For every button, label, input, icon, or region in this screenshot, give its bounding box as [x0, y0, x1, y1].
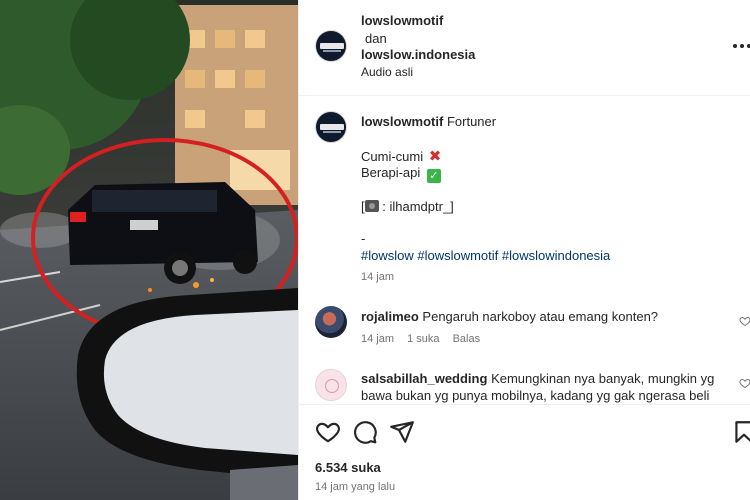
video-media[interactable]	[0, 0, 298, 500]
commenter-avatar[interactable]	[315, 369, 347, 401]
comment-username[interactable]: rojalimeo	[361, 309, 419, 324]
like-count[interactable]: 6.534 suka	[315, 460, 381, 475]
more-options-icon[interactable]	[733, 44, 750, 50]
check-mark-icon: ✓	[426, 169, 441, 183]
caption-text: Fortuner	[446, 114, 497, 129]
reply-button[interactable]: Balas	[453, 333, 481, 345]
comment-text: Kemungkinan nya banyak, mungkin yg	[491, 371, 715, 386]
caption-line-2-text: Berapi-api	[361, 165, 421, 180]
comment-time: 14 jam	[361, 333, 395, 345]
camera-icon	[364, 200, 379, 212]
cross-mark-icon: ✖	[428, 148, 442, 165]
caption-line-1: Cumi-cumi ✖	[361, 147, 441, 165]
comment-like-icon[interactable]	[739, 315, 750, 327]
comment-username[interactable]: salsabillah_wedding	[361, 371, 487, 386]
comment-item: salsabillah_wedding Kemungkinan nya bany…	[361, 371, 714, 386]
caption-username[interactable]: lowslowmotif	[361, 114, 443, 129]
bookmark-icon[interactable]	[731, 419, 750, 445]
post-timestamp[interactable]: 14 jam yang lalu	[315, 481, 395, 493]
credit-text: : ilhamdptr_]	[382, 199, 454, 214]
comment-like-icon[interactable]	[739, 377, 750, 389]
comments-section: lowslowmotif Fortuner Cumi-cumi ✖ Berapi…	[299, 97, 750, 404]
caption-hashtags[interactable]: #lowslow #lowslowmotif #lowslowindonesia	[361, 248, 610, 263]
collaborator-username[interactable]: lowslow.indonesia	[361, 47, 475, 62]
caption-dash: -	[361, 231, 366, 246]
video-frame-illustration	[0, 0, 298, 500]
comment-meta: 14 jam 1 suka Balas	[361, 333, 490, 345]
caption-header: lowslowmotif Fortuner	[361, 114, 496, 129]
caption-avatar[interactable]	[315, 111, 347, 143]
author-username[interactable]: lowslowmotif	[361, 13, 443, 28]
comment-item: rojalimeo Pengaruh narkoboy atau emang k…	[361, 309, 658, 324]
collab-connector: dan	[365, 31, 387, 46]
comment-icon[interactable]	[352, 419, 378, 445]
author-avatar[interactable]	[315, 30, 347, 62]
caption-credit: [ : ilhamdptr_]	[361, 199, 454, 214]
comment-text: Pengaruh narkoboy atau emang konten?	[422, 309, 659, 324]
post-panel: lowslowmotif dan lowslow.indonesia Audio…	[298, 0, 750, 500]
heart-icon[interactable]	[315, 419, 341, 445]
action-bar: 6.534 suka 14 jam yang lalu	[299, 404, 750, 500]
caption-line-2: Berapi-api ✓	[361, 165, 441, 183]
send-icon[interactable]	[389, 419, 415, 445]
caption-line-1-text: Cumi-cumi	[361, 149, 424, 164]
commenter-avatar[interactable]	[315, 306, 347, 338]
audio-label[interactable]: Audio asli	[361, 65, 413, 79]
comment-likes[interactable]: 1 suka	[407, 333, 439, 345]
post-header: lowslowmotif dan lowslow.indonesia Audio…	[299, 0, 750, 96]
comment-text-continued: bawa bukan yg punya mobilnya, kadang yg …	[361, 388, 710, 403]
caption-time: 14 jam	[361, 271, 395, 283]
